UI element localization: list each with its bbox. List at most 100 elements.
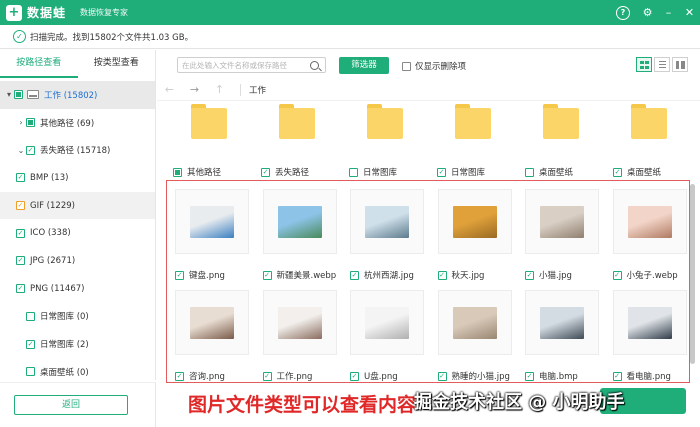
image-thumbnail[interactable] [525, 189, 599, 254]
tree-checkbox[interactable] [16, 173, 25, 183]
expand-arrow-icon[interactable]: ▾ [4, 90, 14, 99]
folder-label-row: 丢失路径 [261, 166, 349, 178]
folder-checkbox[interactable] [437, 167, 446, 177]
scan-status-bar: ✓ 扫描完成。找到15802个文件共1.03 GB。 [0, 25, 700, 49]
image-checkbox[interactable] [175, 371, 184, 381]
image-checkbox[interactable] [612, 371, 622, 381]
folder-item[interactable]: 日常图库 [437, 104, 507, 178]
view-toggles [634, 57, 688, 72]
tree-checkbox[interactable] [26, 339, 35, 349]
tree-item[interactable]: PNG (11467) [0, 275, 155, 303]
tree-item[interactable]: ▾ 工作 (15802) [0, 81, 155, 109]
image-thumbnail[interactable] [175, 189, 249, 254]
folder-label: 日常图库 [363, 168, 398, 178]
cat-image [540, 205, 584, 238]
scrollbar[interactable] [690, 104, 696, 380]
image-thumbnail[interactable] [525, 290, 599, 355]
image-checkbox[interactable] [612, 270, 622, 280]
close-icon[interactable]: ✕ [679, 6, 700, 19]
only-deleted-toggle[interactable]: 仅显示删除项 [402, 60, 466, 72]
folder-checkbox[interactable] [525, 167, 534, 177]
image-thumbnail[interactable] [175, 290, 249, 355]
image-thumbnail[interactable] [350, 290, 424, 355]
image-label-row: 看电脑.png [612, 370, 700, 382]
tree-item[interactable]: 日常图库 (0) [0, 303, 155, 331]
tree-checkbox[interactable] [14, 90, 23, 100]
search-icon[interactable] [310, 60, 319, 70]
folder-item[interactable]: 丢失路径 [261, 104, 331, 178]
tree-item[interactable]: ICO (338) [0, 219, 155, 247]
folder-checkbox[interactable] [613, 167, 622, 177]
image-file-name: 杭州西湖.jpg [364, 271, 414, 281]
minimize-icon[interactable]: – [658, 6, 679, 19]
image-thumbnail[interactable] [437, 189, 512, 254]
expand-arrow-icon[interactable]: ⌄ [16, 146, 26, 155]
back-area: 返回 [0, 382, 156, 427]
image-label-row: U盘.png [350, 370, 440, 382]
folder-checkbox[interactable] [173, 167, 182, 177]
usb-image [365, 306, 409, 339]
headset-image [277, 306, 322, 339]
tree-checkbox[interactable] [16, 256, 25, 266]
only-deleted-checkbox[interactable] [402, 61, 411, 71]
tree-item[interactable]: ⌄ 丢失路径 (15718) [0, 136, 155, 164]
tree-checkbox[interactable] [16, 284, 25, 294]
folder-item[interactable]: 桌面壁纸 [525, 104, 595, 178]
help-icon[interactable]: ? [616, 5, 630, 20]
folder-icon [367, 104, 403, 141]
image-checkbox[interactable] [437, 371, 447, 381]
tree-item[interactable]: › 其他路径 (69) [0, 109, 155, 137]
back-arrow-icon[interactable]: ← [157, 83, 182, 96]
folder-icon [455, 104, 491, 141]
grid-view-icon[interactable] [636, 57, 652, 72]
image-checkbox[interactable] [525, 371, 534, 381]
folder-item[interactable]: 桌面壁纸 [613, 104, 683, 178]
tree-checkbox[interactable] [26, 145, 35, 155]
image-thumbnail[interactable] [350, 189, 424, 254]
tree-item[interactable]: 日常图库 (2) [0, 330, 155, 358]
tree-checkbox[interactable] [16, 228, 25, 238]
list-view-icon[interactable] [654, 57, 670, 72]
folder-label: 桌面壁纸 [627, 168, 662, 178]
filter-button[interactable]: 筛选器 [339, 57, 389, 74]
image-thumbnail[interactable] [612, 189, 687, 254]
tree-checkbox[interactable] [26, 118, 35, 128]
tree-item[interactable]: BMP (13) [0, 164, 155, 192]
image-thumbnail[interactable] [437, 290, 512, 355]
image-thumbnail[interactable] [612, 290, 687, 355]
image-file-name: 看电脑.png [626, 372, 671, 382]
image-checkbox[interactable] [350, 270, 359, 280]
folder-checkbox[interactable] [349, 167, 358, 177]
image-thumbnail[interactable] [262, 189, 337, 254]
image-checkbox[interactable] [262, 371, 272, 381]
folder-label-row: 日常图库 [349, 166, 437, 178]
tree-item-label: PNG (11467) [30, 283, 85, 294]
detail-view-icon[interactable] [672, 57, 688, 72]
tree-checkbox[interactable] [16, 201, 25, 211]
folder-item[interactable]: 日常图库 [349, 104, 419, 178]
forward-arrow-icon[interactable]: → [182, 83, 207, 96]
tree-item-label: GIF (1229) [30, 200, 75, 211]
image-checkbox[interactable] [262, 270, 272, 280]
image-file-name: 咨询.png [189, 372, 225, 382]
settings-icon[interactable]: ⚙ [637, 6, 658, 19]
image-checkbox[interactable] [175, 270, 184, 280]
tree-item[interactable]: JPG (2671) [0, 247, 155, 275]
image-checkbox[interactable] [350, 371, 359, 381]
tab-by-type[interactable]: 按类型查看 [78, 50, 156, 78]
search-input[interactable] [178, 60, 310, 70]
folder-checkbox[interactable] [261, 167, 270, 177]
tree-checkbox[interactable] [26, 367, 35, 377]
back-button[interactable]: 返回 [14, 395, 128, 415]
up-arrow-icon[interactable]: ↑ [207, 83, 232, 96]
image-thumbnail[interactable] [262, 290, 337, 355]
image-checkbox[interactable] [525, 270, 534, 280]
scrollbar-thumb[interactable] [690, 184, 695, 364]
tree-checkbox[interactable] [26, 311, 35, 321]
folder-item[interactable]: 其他路径 [173, 104, 243, 178]
expand-arrow-icon[interactable]: › [16, 118, 26, 127]
tab-by-path[interactable]: 按路径查看 [0, 50, 78, 78]
tree-item[interactable]: GIF (1229) [0, 191, 155, 220]
image-label-row: 电脑.bmp [525, 370, 615, 382]
image-checkbox[interactable] [437, 270, 447, 280]
